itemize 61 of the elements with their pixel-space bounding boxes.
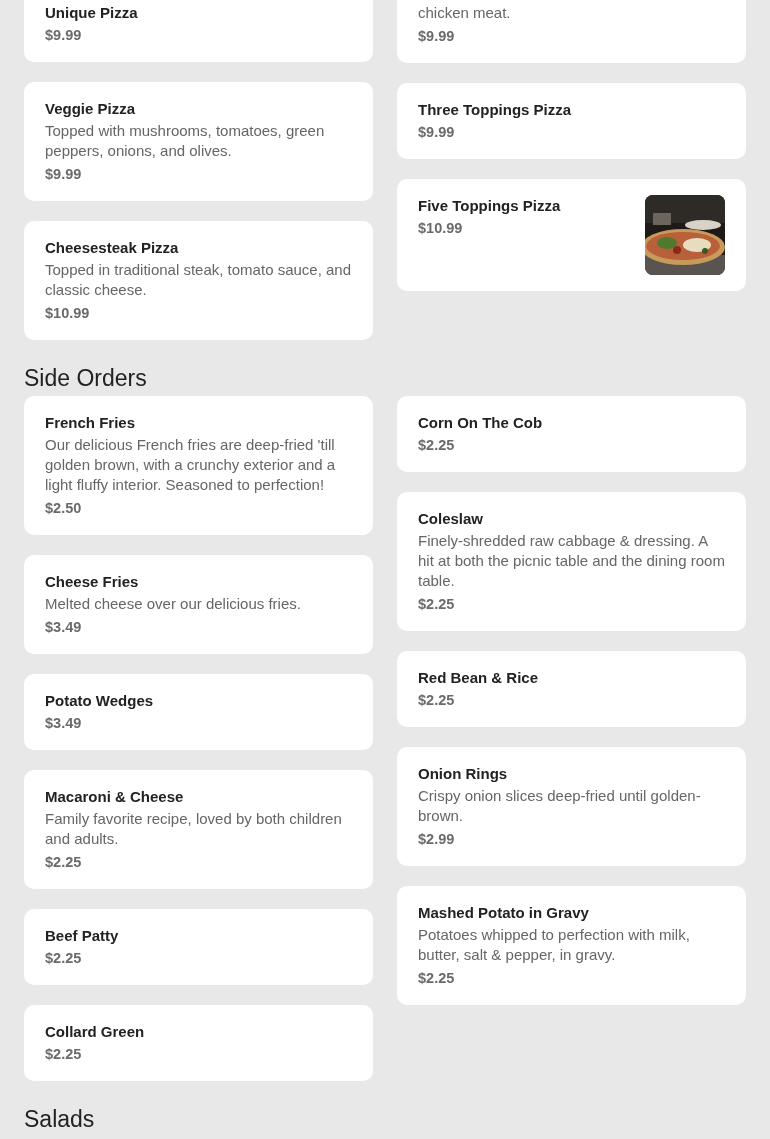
item-description: Melted cheese over our delicious fries. — [45, 594, 302, 614]
item-name: Three Toppings Pizza — [418, 100, 573, 120]
item-price: $2.25 — [418, 436, 456, 455]
item-description: Topped in traditional steak, tomato sauce, and classic cheese. — [45, 260, 352, 300]
menu-card[interactable]: Beef Patty $2.25 — [24, 909, 373, 985]
item-price: $9.99 — [45, 26, 83, 45]
item-name: Cheese Fries — [45, 572, 140, 592]
menu-card[interactable]: Mashed Potato in Gravy Potatoes whipped to perfection with milk, butter, salt & pepper, in gravy. $2.25 — [397, 886, 746, 1005]
menu-card[interactable]: Cheese Fries Melted cheese over our delicious fries. $3.49 — [24, 555, 373, 654]
section-heading: Salads — [24, 1105, 96, 1134]
section-heading: Side Orders — [24, 364, 148, 393]
item-price: $2.25 — [45, 853, 83, 872]
item-name: French Fries — [45, 413, 137, 433]
item-description: chicken meat. — [418, 3, 512, 23]
item-price: $10.99 — [418, 219, 464, 238]
menu-card[interactable]: Three Toppings Pizza $9.99 — [397, 83, 746, 159]
menu-card[interactable]: Macaroni & Cheese Family favorite recipe, loved by both children and adults. $2.25 — [24, 770, 373, 889]
item-description: Crispy onion slices deep-fried until golden-brown. — [418, 786, 702, 826]
item-name: Potato Wedges — [45, 691, 155, 711]
item-price: $9.99 — [418, 123, 456, 142]
item-name: Onion Rings — [418, 764, 509, 784]
menu-card[interactable]: Veggie Pizza Topped with mushrooms, tomatoes, green peppers, onions, and olives. $9.99 — [24, 82, 373, 201]
item-name: Mashed Potato in Gravy — [418, 903, 590, 923]
item-description: Family favorite recipe, loved by both children and adults. — [45, 809, 343, 849]
item-price: $2.25 — [418, 969, 456, 988]
item-price: $3.49 — [45, 714, 83, 733]
item-name: Coleslaw — [418, 509, 485, 529]
item-name: Corn On The Cob — [418, 413, 544, 433]
menu-card[interactable]: Unique Pizza $9.99 — [24, 0, 373, 62]
menu-card[interactable]: Onion Rings Crispy onion slices deep-fried until golden-brown. $2.99 — [397, 747, 746, 866]
item-name: Unique Pizza — [45, 3, 139, 23]
item-description: Our delicious French fries are deep-fried 'till golden brown, with a crunchy exterior and a light fluffy interior. Seasoned to perfection! — [45, 435, 337, 495]
item-name: Red Bean & Rice — [418, 668, 540, 688]
item-price: $2.25 — [418, 691, 456, 710]
menu-card[interactable]: Five Toppings Pizza $10.99 — [397, 179, 746, 291]
item-name: Veggie Pizza — [45, 99, 137, 119]
item-price: $2.25 — [45, 949, 83, 968]
item-name: Macaroni & Cheese — [45, 787, 185, 807]
menu-card[interactable]: Collard Green $2.25 — [24, 1005, 373, 1081]
item-price: $2.50 — [45, 499, 83, 518]
item-description: Potatoes whipped to perfection with milk, butter, salt & pepper, in gravy. — [418, 925, 691, 965]
item-price: $3.49 — [45, 618, 83, 637]
item-price: $2.25 — [45, 1045, 83, 1064]
menu-card[interactable]: French Fries Our delicious French fries are deep-fried 'till golden brown, with a crunchy exterior and a light fluffy interior. Seasoned to perfection! $2.50 — [24, 396, 373, 535]
menu-card[interactable]: Coleslaw Finely-shredded raw cabbage & dressing. A hit at both the picnic table and the dining room table. $2.25 — [397, 492, 746, 631]
item-price: $9.99 — [418, 27, 456, 46]
menu-card[interactable]: Corn On The Cob $2.25 — [397, 396, 746, 472]
item-description: Finely-shredded raw cabbage & dressing. A hit at both the picnic table and the dining room table. — [418, 531, 725, 591]
item-price: $2.25 — [418, 595, 456, 614]
item-description: Topped with mushrooms, tomatoes, green peppers, onions, and olives. — [45, 121, 326, 161]
menu-card[interactable]: Cheesesteak Pizza Topped in traditional steak, tomato sauce, and classic cheese. $10.99 — [24, 221, 373, 340]
item-name: Collard Green — [45, 1022, 146, 1042]
item-price: $10.99 — [45, 304, 91, 323]
menu-card[interactable]: Red Bean & Rice $2.25 — [397, 651, 746, 727]
item-name: Beef Patty — [45, 926, 120, 946]
menu-card[interactable]: chicken meat. $9.99 — [397, 0, 746, 63]
item-name: Cheesesteak Pizza — [45, 238, 180, 258]
item-price: $9.99 — [45, 165, 83, 184]
item-name: Five Toppings Pizza — [418, 196, 562, 216]
menu-card[interactable]: Potato Wedges $3.49 — [24, 674, 373, 750]
item-price: $2.99 — [418, 830, 456, 849]
